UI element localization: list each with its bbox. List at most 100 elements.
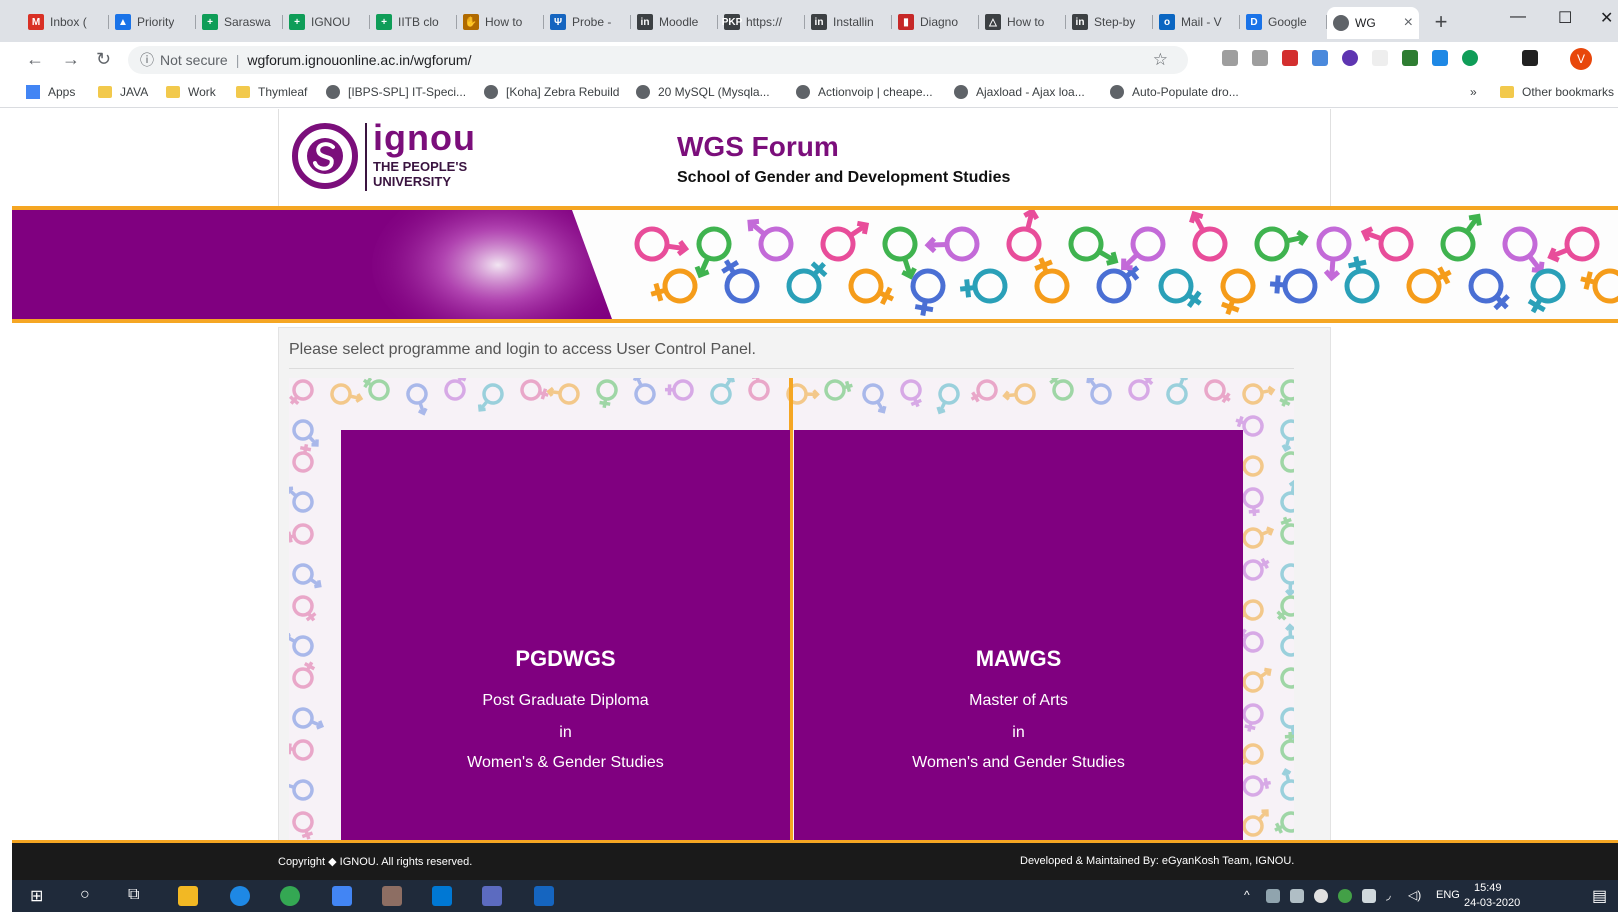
tray-battery-icon[interactable]	[1362, 889, 1376, 903]
green-extension-icon[interactable]	[1402, 50, 1418, 66]
logo-divider	[365, 123, 367, 191]
programme-card-pgdwgs[interactable]: PGDWGS Post Graduate Diploma in Women's …	[341, 430, 790, 840]
pattern-symbol-icon	[1280, 731, 1294, 761]
browser-tab[interactable]: D Google	[1240, 7, 1327, 37]
bookmark-item[interactable]: [IBPS-SPL] IT-Speci...	[326, 85, 466, 99]
close-window-icon[interactable]: ✕	[1600, 8, 1613, 28]
bookmark-item[interactable]: [Koha] Zebra Rebuild	[484, 85, 619, 99]
blue-extension-icon[interactable]	[1312, 50, 1328, 66]
task-view-icon[interactable]: ⧉	[128, 886, 139, 904]
camera-extension-icon[interactable]	[1252, 50, 1268, 66]
address-bar[interactable]: ⓘ Not secure | wgforum.ignouonline.ac.in…	[128, 46, 1188, 74]
remote-desktop-icon[interactable]	[482, 886, 502, 906]
purple-extension-icon[interactable]	[1342, 50, 1358, 66]
powershell-icon[interactable]	[534, 886, 554, 906]
browser-tab[interactable]: ✋ How to	[457, 7, 544, 37]
tab-favicon-icon: ▮	[898, 14, 914, 30]
browser-tab-active[interactable]: WG ×	[1327, 7, 1419, 39]
pattern-symbol-icon	[970, 379, 998, 403]
globe-icon	[1333, 15, 1349, 31]
reload-icon[interactable]: ↻	[96, 49, 111, 70]
dark-extension-icon[interactable]	[1522, 50, 1538, 66]
browser-tab[interactable]: △ How to	[979, 7, 1066, 37]
other-bookmarks-folder[interactable]: Other bookmarks	[1500, 85, 1614, 99]
edge-browser-icon[interactable]	[230, 886, 250, 906]
tray-wifi-icon[interactable]: ◞	[1386, 888, 1391, 902]
extension-icon[interactable]	[1222, 50, 1238, 66]
browser-tab[interactable]: + Saraswa	[196, 7, 283, 37]
new-tab-button[interactable]: +	[1427, 8, 1455, 36]
drive-extension-icon[interactable]	[1432, 50, 1448, 66]
tab-list: M Inbox (▲ Priority + Saraswa + IGNOU + IITB clo…	[22, 7, 1455, 39]
tray-app-icon[interactable]	[1266, 889, 1280, 903]
tray-network-icon[interactable]	[1290, 889, 1304, 903]
browser-tab[interactable]: Ψ Probe -	[544, 7, 631, 37]
bookmark-item[interactable]: Ajaxload - Ajax loa...	[954, 85, 1085, 99]
bookmark-item[interactable]: Work	[166, 85, 216, 99]
programme-card-mawgs[interactable]: MAWGS Master of Arts in Women's and Gend…	[794, 430, 1243, 840]
notifications-icon[interactable]: ▤	[1592, 886, 1607, 906]
bookmarks-more-button[interactable]: »	[1470, 85, 1477, 99]
browser-tab[interactable]: PKP https://	[718, 7, 805, 37]
close-tab-icon[interactable]: ×	[1404, 14, 1413, 32]
red-extension-icon[interactable]	[1282, 50, 1298, 66]
minimize-icon[interactable]: —	[1510, 8, 1526, 26]
search-icon[interactable]: ○	[80, 886, 90, 904]
pattern-symbol-icon	[1279, 379, 1294, 407]
browser-tab[interactable]: + IITB clo	[370, 7, 457, 37]
clock-time[interactable]: 15:49	[1474, 882, 1502, 894]
profile-avatar[interactable]: V	[1570, 48, 1592, 70]
pattern-symbol-icon	[289, 523, 314, 545]
bookmark-item[interactable]: Apps	[26, 85, 75, 99]
network-app-icon[interactable]	[332, 886, 352, 906]
bookmark-item[interactable]: Auto-Populate dro...	[1110, 85, 1239, 99]
tray-volume-icon[interactable]: ◁)	[1408, 888, 1421, 902]
browser-tab[interactable]: in Step-by	[1066, 7, 1153, 37]
pattern-symbol-icon	[936, 383, 960, 415]
tab-favicon-icon: +	[376, 14, 392, 30]
bookmark-item[interactable]: 20 MySQL (Mysqla...	[636, 85, 770, 99]
tray-chevron-icon[interactable]: ^	[1244, 888, 1250, 902]
bookmark-item[interactable]: Actionvoip | cheape...	[796, 85, 933, 99]
language-indicator[interactable]: ENG	[1436, 889, 1460, 901]
site-favicon-icon	[796, 85, 810, 99]
tray-cloud-icon[interactable]	[1314, 889, 1328, 903]
forward-icon[interactable]: →	[62, 49, 80, 70]
bookmark-item[interactable]: JAVA	[98, 85, 148, 99]
browser-tab[interactable]: + IGNOU	[283, 7, 370, 37]
app-icon[interactable]	[382, 886, 402, 906]
tray-security-icon[interactable]	[1338, 889, 1352, 903]
programme-name-line1: Master of Arts	[969, 692, 1068, 709]
pattern-symbol-icon	[406, 383, 428, 416]
bookmark-item[interactable]: Thymleaf	[236, 85, 307, 99]
bookmark-star-icon[interactable]: ☆	[1153, 50, 1168, 70]
url-text[interactable]: wgforum.ignouonline.ac.in/wgforum/	[247, 52, 471, 68]
browser-tab[interactable]: in Moodle	[631, 7, 718, 37]
bookmark-label: Thymleaf	[258, 85, 308, 99]
vscode-icon[interactable]	[432, 886, 452, 906]
ghost-extension-icon[interactable]	[1372, 50, 1388, 66]
pattern-symbol-icon	[1280, 479, 1294, 513]
programme-name-line1: Post Graduate Diploma	[482, 692, 649, 709]
browser-tab[interactable]: in Installin	[805, 7, 892, 37]
windows-start-icon[interactable]: ⊞	[30, 886, 43, 906]
chrome-icon[interactable]	[280, 886, 300, 906]
pattern-symbol-icon	[362, 378, 390, 401]
tab-favicon-icon: △	[985, 14, 1001, 30]
tab-label: Moodle	[659, 15, 699, 29]
back-icon[interactable]: ←	[26, 49, 44, 70]
clock-date[interactable]: 24-03-2020	[1464, 897, 1520, 909]
browser-tab[interactable]: ▲ Priority	[109, 7, 196, 37]
pattern-symbol-icon	[1280, 623, 1294, 657]
browser-tab[interactable]: ▮ Diagno	[892, 7, 979, 37]
browser-tab[interactable]: M Inbox (	[22, 7, 109, 37]
pattern-symbol-icon	[1086, 378, 1112, 405]
pattern-symbol-icon	[862, 383, 887, 414]
info-icon[interactable]: ⓘ	[140, 50, 154, 70]
windows-taskbar: ⊞ ○ ⧉ ^ ◞ ◁) ENG 15:49 24-03-2020 ▤	[12, 880, 1618, 912]
browser-tab[interactable]: o Mail - V	[1153, 7, 1240, 37]
maximize-icon[interactable]: ☐	[1558, 8, 1572, 28]
tab-label: Mail - V	[1181, 15, 1222, 29]
chat-extension-icon[interactable]	[1462, 50, 1478, 66]
file-explorer-icon[interactable]	[178, 886, 198, 906]
